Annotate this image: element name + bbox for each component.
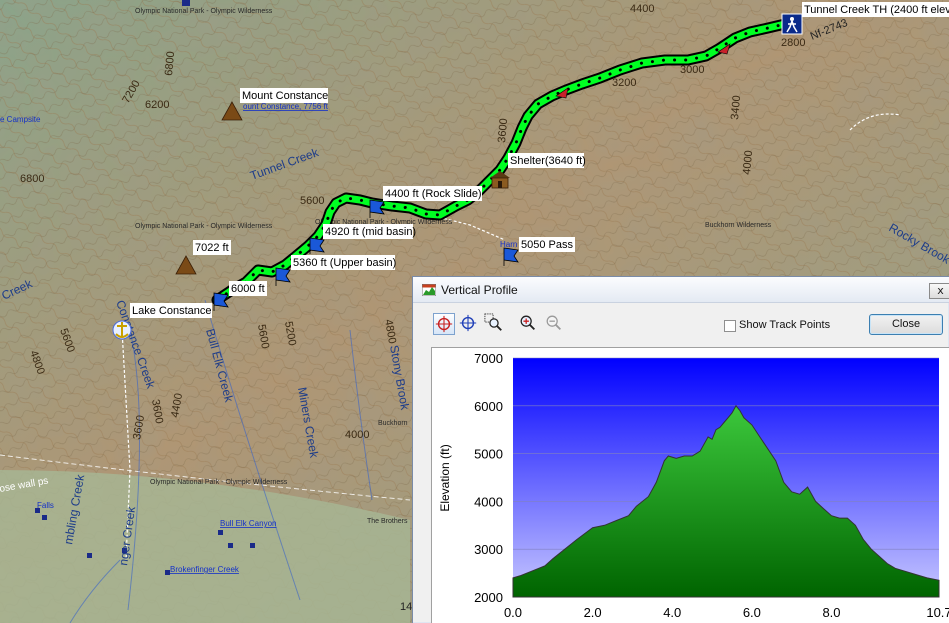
- area-label: Olympic National Park - Olympic Wilderne…: [135, 223, 273, 230]
- contour-label: 3000: [680, 64, 704, 76]
- anchor-icon[interactable]: [112, 320, 132, 340]
- y-tick-label: 7000: [474, 351, 503, 366]
- area-label: Buckhorn Wilderness: [705, 222, 772, 229]
- waypoint-label-pass[interactable]: 5050 Pass: [519, 237, 575, 252]
- x-tick-label: 8.0: [822, 605, 840, 620]
- poi-label: ount Constance, 7756 ft: [243, 102, 329, 111]
- zoom-area-icon[interactable]: [484, 313, 506, 335]
- area-label: Olympic National Park - Olympic Wilderne…: [150, 479, 288, 486]
- y-tick-label: 4000: [474, 494, 503, 509]
- y-axis-label: Elevation (ft): [438, 444, 452, 511]
- window-titlebar[interactable]: Vertical Profile x: [413, 277, 949, 303]
- waypoint-label-rock-slide[interactable]: 4400 ft (Rock Slide): [383, 186, 482, 201]
- crosshair-red-icon[interactable]: [433, 313, 455, 335]
- contour-label: 5600: [300, 195, 324, 207]
- waypoint-label-upper-basin[interactable]: 5360 ft (Upper basin): [291, 255, 396, 270]
- contour-label: 4000: [741, 150, 755, 175]
- y-tick-label: 6000: [474, 399, 503, 414]
- contour-label: 6200: [145, 99, 169, 111]
- zoom-out-icon[interactable]: [544, 313, 566, 335]
- svg-text:5360 ft (Upper basin): 5360 ft (Upper basin): [293, 257, 396, 269]
- x-tick-label: 2.0: [584, 605, 602, 620]
- waypoint-label-mid-basin[interactable]: 4920 ft (mid basin): [323, 224, 416, 239]
- svg-text:4400 ft (Rock Slide): 4400 ft (Rock Slide): [385, 188, 482, 200]
- poi-label: Falls: [37, 501, 54, 510]
- y-tick-label: 5000: [474, 447, 503, 462]
- zoom-in-icon[interactable]: [518, 313, 540, 335]
- svg-text:4920 ft (mid basin): 4920 ft (mid basin): [325, 226, 416, 238]
- waypoint-label-6000[interactable]: 6000 ft: [229, 281, 267, 296]
- waypoint-label-7022[interactable]: 7022 ft: [193, 240, 231, 255]
- profile-app-icon: [422, 284, 436, 296]
- contour-label: 4000: [345, 429, 369, 441]
- poi-label: Brokenfinger Creek: [170, 565, 240, 574]
- show-track-points-checkbox[interactable]: [724, 320, 736, 332]
- contour-label: 4400: [630, 3, 654, 15]
- waypoint-label-mount-constance[interactable]: Mount Constance: [240, 88, 328, 103]
- contour-label: 3200: [612, 77, 636, 89]
- contour-label: 3400: [729, 95, 743, 120]
- area-label: Buckhorn: [378, 420, 408, 427]
- area-label: Olympic National Park - Olympic Wilderne…: [135, 8, 273, 15]
- x-tick-label: 4.0: [663, 605, 681, 620]
- contour-label: 6800: [163, 51, 177, 76]
- svg-text:6000 ft: 6000 ft: [231, 283, 265, 295]
- svg-text:Shelter(3640 ft): Shelter(3640 ft): [510, 155, 586, 167]
- poi-label: Bull Elk Canyon: [220, 519, 276, 528]
- x-tick-label: 0.0: [504, 605, 522, 620]
- elevation-chart[interactable]: 2000 3000 4000 5000 6000 7000 0.0 2.0 4.0 6.0 8.0…: [431, 347, 949, 623]
- svg-text:Lake Constance: Lake Constance: [132, 305, 212, 317]
- poi-label: e Campsite: [0, 115, 41, 124]
- vertical-profile-window[interactable]: Vertical Profile x Show Track Points Clo…: [412, 276, 949, 623]
- waypoint-label-trailhead[interactable]: Tunnel Creek TH (2400 ft elev: [802, 2, 949, 17]
- contour-label: 3600: [496, 118, 510, 143]
- close-button[interactable]: Close: [869, 314, 943, 335]
- waypoint-label-shelter[interactable]: Shelter(3640 ft): [508, 153, 586, 168]
- svg-text:5050 Pass: 5050 Pass: [521, 239, 573, 251]
- y-tick-label: 2000: [474, 590, 503, 605]
- window-close-icon[interactable]: x: [929, 283, 949, 299]
- trailhead-marker[interactable]: [781, 13, 803, 35]
- crosshair-blue-icon[interactable]: [458, 313, 480, 335]
- waypoint-label-lake-constance[interactable]: Lake Constance: [130, 303, 212, 318]
- edge-number: 14: [400, 601, 412, 613]
- area-label: The Brothers: [367, 518, 408, 525]
- svg-text:Tunnel Creek TH (2400 ft elev: Tunnel Creek TH (2400 ft elev: [804, 4, 949, 16]
- contour-label: 6800: [20, 173, 44, 185]
- contour-label: 2800: [781, 37, 805, 49]
- svg-text:Mount Constance: Mount Constance: [242, 90, 328, 102]
- y-tick-label: 3000: [474, 542, 503, 557]
- svg-text:7022 ft: 7022 ft: [195, 242, 229, 254]
- x-tick-label: 10.7: [926, 605, 949, 620]
- window-title: Vertical Profile: [441, 283, 518, 297]
- show-track-points-label: Show Track Points: [739, 319, 831, 331]
- poi-label: Harn: [500, 240, 517, 249]
- x-tick-label: 6.0: [743, 605, 761, 620]
